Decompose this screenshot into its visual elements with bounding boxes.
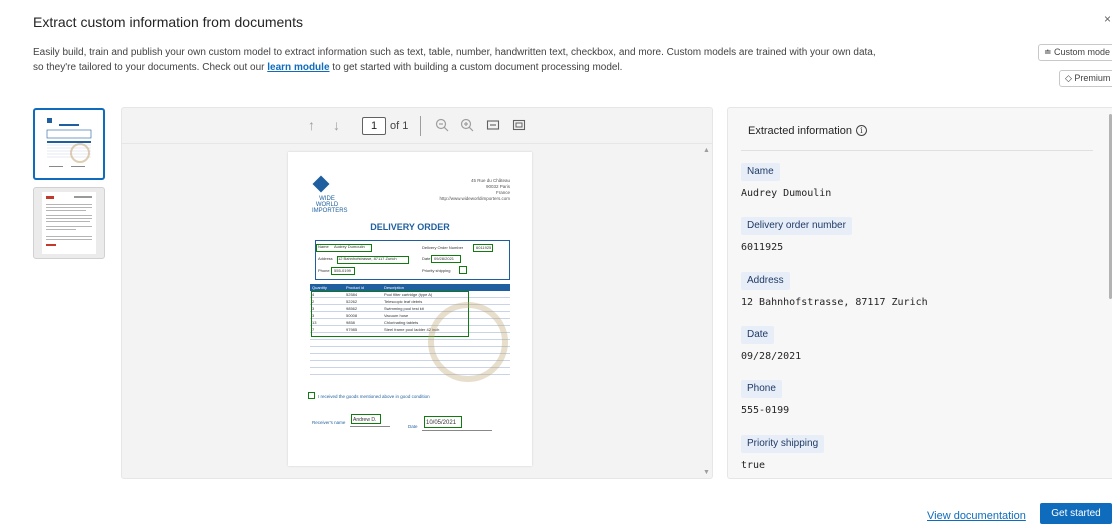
coffee-stain <box>428 302 508 382</box>
get-started-button[interactable]: Get started <box>1040 503 1112 524</box>
dialog-title: Extract custom information from document… <box>33 14 303 30</box>
doc-phone-label: Phone <box>318 268 330 273</box>
doc-table-header-cell: Quantity <box>312 285 327 290</box>
field-value-address: 12 Bahnhofstrasse, 87117 Zurich <box>741 297 928 308</box>
field-label-phone: Phone <box>741 380 782 398</box>
panel-divider <box>741 150 1093 151</box>
doc-received-text: I received the goods mentioned above in … <box>318 394 430 399</box>
detected-date-box <box>431 255 461 263</box>
panel-title: Extracted information i <box>748 125 867 137</box>
field-value-date: 09/28/2021 <box>741 351 802 362</box>
doc-address-line: http://www.wideworldimporters.com <box>439 196 510 201</box>
arrow-up-icon[interactable]: ↑ <box>308 118 315 132</box>
zoom-out-icon[interactable] <box>435 118 449 132</box>
doc-date-label: Date <box>422 256 431 261</box>
detected-checkbox-box <box>308 392 315 399</box>
viewer-toolbar: ↑ ↓ 1 of 1 <box>122 108 712 144</box>
document-viewer: ↑ ↓ 1 of 1 ▲ ▼ WIDE WORLD IMPORTERS 45 R… <box>121 107 713 479</box>
panel-title-text: Extracted information <box>748 125 852 137</box>
thumbnail-preview <box>42 192 96 254</box>
field-value-priority: true <box>741 460 766 471</box>
field-value-name: Audrey Dumoulin <box>741 188 832 199</box>
learn-module-link[interactable]: learn module <box>267 62 329 73</box>
info-icon[interactable]: i <box>855 125 867 136</box>
doc-order-label: Delivery Order Number <box>422 245 464 250</box>
close-icon[interactable]: × <box>1104 12 1111 26</box>
scroll-down-icon[interactable]: ▼ <box>703 469 710 476</box>
doc-sig-date-label: Date <box>408 424 418 429</box>
doc-address-block: 45 Rue du Château 90032 Paris France htt… <box>439 178 510 202</box>
dialog-description: Easily build, train and publish your own… <box>33 45 883 75</box>
field-label-name: Name <box>741 163 780 181</box>
extracted-info-panel: Extracted information i Name Audrey Dumou… <box>727 107 1112 479</box>
doc-company-name: WIDE WORLD IMPORTERS <box>312 196 348 214</box>
fit-width-icon[interactable] <box>486 118 500 132</box>
doc-table-header-cell: Product id <box>346 285 365 290</box>
viewer-scrollbar[interactable]: ▲ ▼ <box>701 145 711 478</box>
thumbnail-preview <box>41 114 97 176</box>
doc-table-header: Quantity Product id Description <box>310 284 510 291</box>
detected-phone-box <box>331 267 355 275</box>
detected-order-box <box>473 244 493 252</box>
detected-priority-box <box>459 266 467 274</box>
zoom-in-icon[interactable] <box>460 118 474 132</box>
field-label-date: Date <box>741 326 775 344</box>
detected-name-box <box>316 244 372 252</box>
field-label-priority: Priority shipping <box>741 435 825 453</box>
view-documentation-link[interactable]: View documentation <box>927 510 1026 522</box>
company-logo-icon <box>312 175 330 193</box>
page-count: of 1 <box>390 120 409 132</box>
field-value-order-number: 6011925 <box>741 242 784 253</box>
page-thumbnail-1[interactable] <box>33 108 105 180</box>
field-value-phone: 555-0199 <box>741 405 790 416</box>
arrow-down-icon[interactable]: ↓ <box>333 118 340 132</box>
custom-model-badge: ≐ Custom mode <box>1038 44 1112 61</box>
fit-page-icon[interactable] <box>512 118 526 132</box>
doc-receiver-label: Receiver's name <box>312 420 346 425</box>
description-text-end: to get started with building a custom do… <box>332 62 623 73</box>
scroll-up-icon[interactable]: ▲ <box>703 147 710 154</box>
field-label-order-number: Delivery order number <box>741 217 852 235</box>
toolbar-divider <box>420 116 421 136</box>
signature-line <box>350 426 390 427</box>
detected-date-sign-box <box>424 416 462 428</box>
doc-title: DELIVERY ORDER <box>370 222 450 232</box>
document-page: WIDE WORLD IMPORTERS 45 Rue du Château 9… <box>288 152 532 466</box>
doc-table-header-cell: Description <box>384 285 405 290</box>
field-label-address: Address <box>741 272 790 290</box>
page-number-input[interactable]: 1 <box>362 117 386 135</box>
premium-badge: ◇ Premium <box>1059 70 1112 87</box>
detected-receiver-box <box>351 414 381 424</box>
page-thumbnail-2[interactable] <box>33 187 105 259</box>
doc-address-label: Address <box>318 256 333 261</box>
doc-priority-label: Priority shipping <box>422 268 451 273</box>
detected-address-box <box>337 256 409 264</box>
date-line <box>422 430 492 431</box>
